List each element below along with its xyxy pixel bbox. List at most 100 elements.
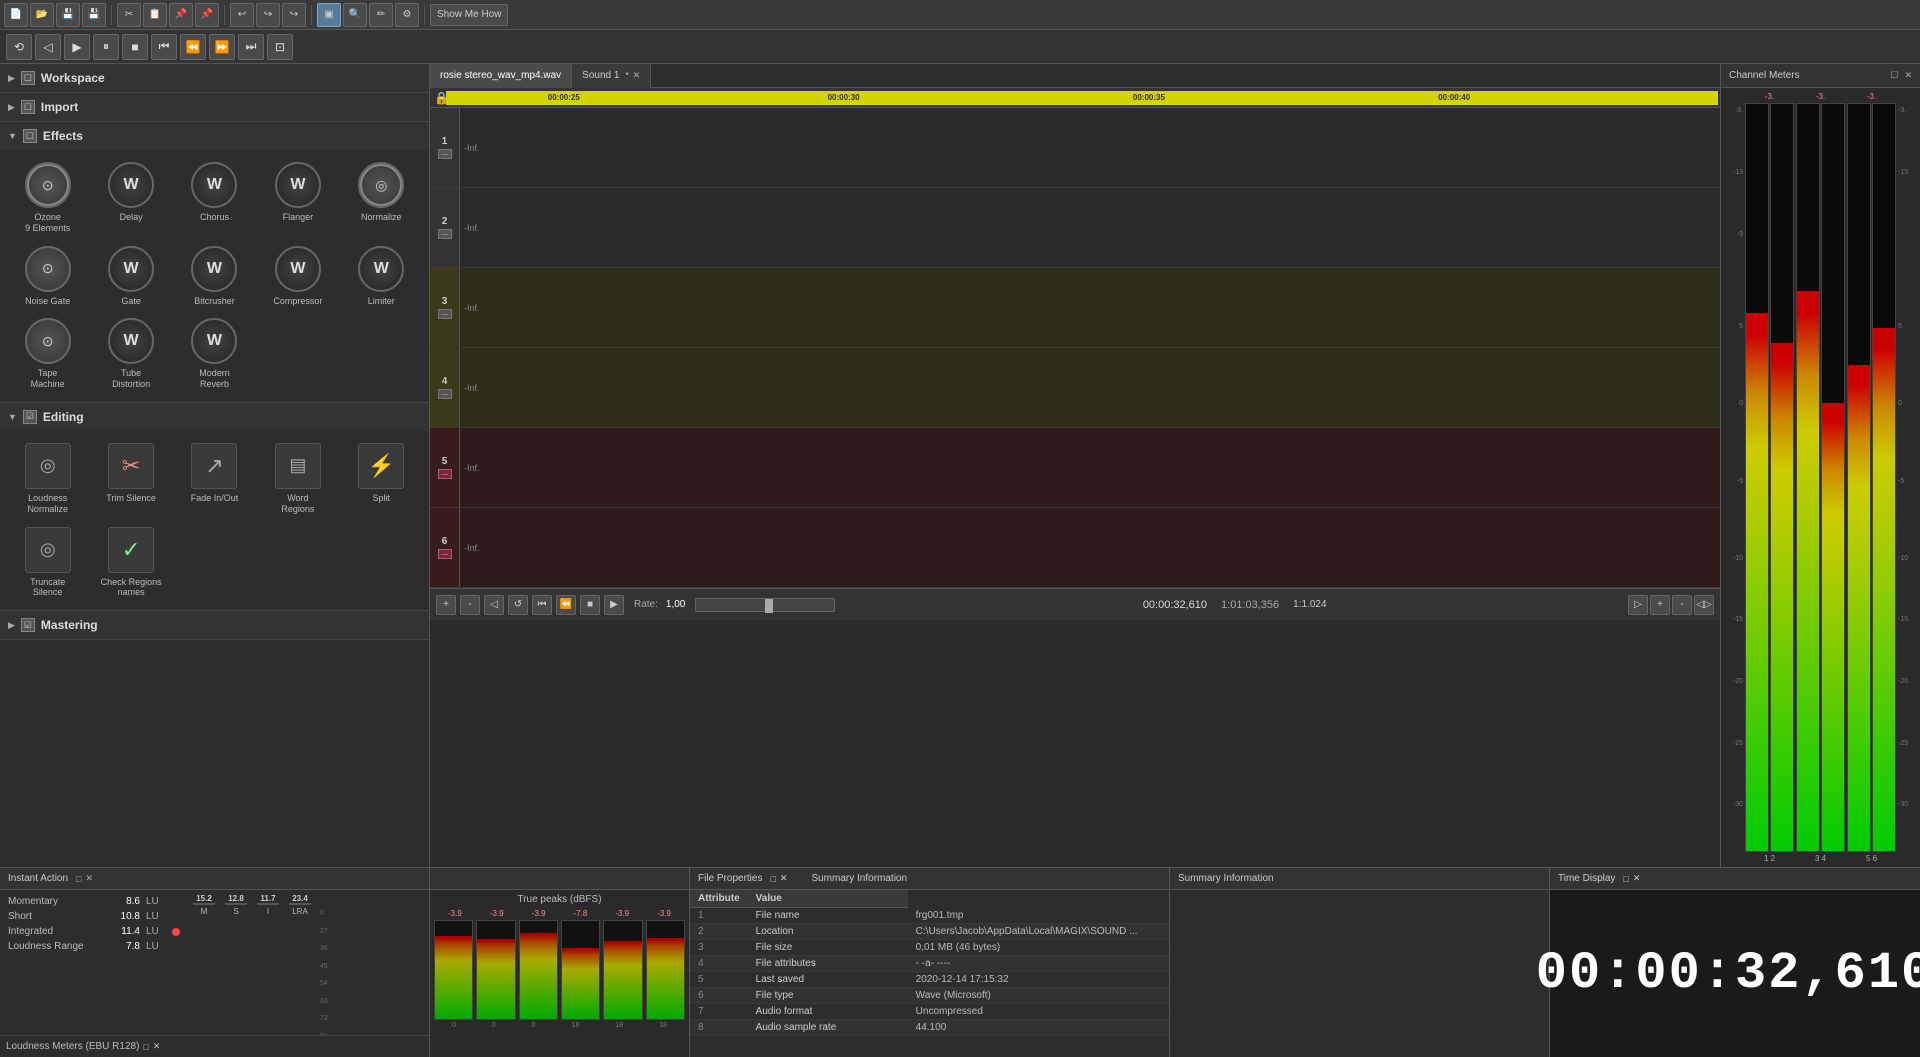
stop-btn[interactable]: ■: [122, 34, 148, 60]
effect-ozone[interactable]: ⊙ Ozone9 Elements: [8, 158, 87, 238]
rate-slider-thumb[interactable]: [765, 599, 773, 613]
file-props-square[interactable]: □: [770, 874, 775, 884]
track-mute-3[interactable]: —: [438, 309, 452, 319]
workspace-check[interactable]: ☐: [21, 71, 35, 85]
tool-trim-silence[interactable]: ✂ Trim Silence: [91, 439, 170, 519]
import-check[interactable]: ☐: [21, 100, 35, 114]
select-btn[interactable]: ▣: [317, 3, 341, 27]
show-me-how-btn[interactable]: Show Me How: [430, 4, 508, 26]
import-header[interactable]: ▶ ☐ Import: [0, 93, 429, 121]
play-transport-btn[interactable]: ▶: [604, 595, 624, 615]
zoom-all-btn[interactable]: ◁▷: [1694, 595, 1714, 615]
fp-attr-3: File attributes: [748, 956, 908, 972]
effect-delay[interactable]: W Delay: [91, 158, 170, 238]
noise-gate-icon: ⊙: [25, 246, 71, 292]
tool-word-regions[interactable]: ▤ WordRegions: [258, 439, 337, 519]
effect-flanger[interactable]: W Flanger: [258, 158, 337, 238]
effect-tape-machine[interactable]: ⊙ TapeMachine: [8, 314, 87, 394]
file-tab-main[interactable]: rosie stereo_wav_mp4.wav: [430, 64, 572, 88]
effects-check[interactable]: ☐: [23, 129, 37, 143]
mastering-header[interactable]: ▶ ☑ Mastering: [0, 611, 429, 639]
summary-info-btn[interactable]: Summary Information: [811, 873, 907, 884]
forward-btn[interactable]: ⏩: [209, 34, 235, 60]
zoom-in-btn[interactable]: +: [1650, 595, 1670, 615]
prev-track-btn[interactable]: ⏮: [151, 34, 177, 60]
rscale-neg30: -30: [1898, 801, 1908, 808]
effect-bitcrusher[interactable]: W Bitcrusher: [175, 242, 254, 311]
zoom-out-btn[interactable]: -: [1672, 595, 1692, 615]
loudness-footer-x[interactable]: ✕: [153, 1041, 161, 1052]
edit-btn[interactable]: ✏: [369, 3, 393, 27]
add-track-btn[interactable]: +: [436, 595, 456, 615]
redo2-btn[interactable]: ↪: [282, 3, 306, 27]
back-btn[interactable]: ⟲: [6, 34, 32, 60]
undo-btn[interactable]: ↩: [230, 3, 254, 27]
instant-action-close[interactable]: ✕: [85, 873, 93, 884]
cut-btn[interactable]: ✂: [117, 3, 141, 27]
tool-split[interactable]: ⚡ Split: [342, 439, 421, 519]
paste2-btn[interactable]: 📌: [195, 3, 219, 27]
mastering-check[interactable]: ☑: [21, 618, 35, 632]
prev-btn[interactable]: ◁: [35, 34, 61, 60]
track-mute-1[interactable]: —: [438, 149, 452, 159]
tool-truncate-silence[interactable]: ◎ TruncateSilence: [8, 523, 87, 603]
rate-slider[interactable]: [695, 598, 835, 612]
remove-track-btn[interactable]: -: [460, 595, 480, 615]
tool-loudness-normalize[interactable]: ◎ LoudnessNormalize: [8, 439, 87, 519]
effect-normalize[interactable]: ◎ Normalize: [342, 158, 421, 238]
editing-check[interactable]: ☑: [23, 410, 37, 424]
track-content-1: -Inf.: [460, 108, 1720, 187]
track-mute-2[interactable]: —: [438, 229, 452, 239]
rewind-btn[interactable]: ⏪: [180, 34, 206, 60]
next-track-btn[interactable]: ⏭: [238, 34, 264, 60]
track-mute-5[interactable]: —: [438, 469, 452, 479]
effect-tube-distortion[interactable]: W TubeDistortion: [91, 314, 170, 394]
ch-1-2-pair: -3. 1 2: [1745, 92, 1794, 863]
scale-neg25: -25: [1733, 740, 1743, 747]
tool-btn[interactable]: ⚙: [395, 3, 419, 27]
time-display-square[interactable]: □: [1623, 874, 1628, 884]
stop-transport-btn[interactable]: ■: [580, 595, 600, 615]
scroll-right-end-btn[interactable]: ▷: [1628, 595, 1648, 615]
ruler-marker-35: 00:00:35: [1133, 93, 1165, 102]
tool-fade-in-out[interactable]: ↗ Fade In/Out: [175, 439, 254, 519]
file-props-close[interactable]: ✕: [780, 873, 788, 884]
new-btn[interactable]: 📄: [4, 3, 28, 27]
tool-check-regions[interactable]: ✓ Check Regionsnames: [91, 523, 170, 603]
loop-btn[interactable]: ⊡: [267, 34, 293, 60]
effect-noise-gate[interactable]: ⊙ Noise Gate: [8, 242, 87, 311]
save-all-btn[interactable]: 💾: [82, 3, 106, 27]
file-tab-sound1[interactable]: Sound 1 * ✕: [572, 64, 651, 88]
effect-compressor[interactable]: W Compressor: [258, 242, 337, 311]
copy-btn[interactable]: 📋: [143, 3, 167, 27]
open-btn[interactable]: 📂: [30, 3, 54, 27]
zoom-btn[interactable]: 🔍: [343, 3, 367, 27]
workspace-header[interactable]: ▶ ☐ Workspace: [0, 64, 429, 92]
track-mute-6[interactable]: —: [438, 549, 452, 559]
tube-distortion-icon: W: [108, 318, 154, 364]
track-mute-4[interactable]: —: [438, 389, 452, 399]
prev2-transport-btn[interactable]: ⏪: [556, 595, 576, 615]
effect-limiter[interactable]: W Limiter: [342, 242, 421, 311]
scale-neg10: -10: [1733, 555, 1743, 562]
time-display-close[interactable]: ✕: [1633, 873, 1641, 884]
prev-transport-btn[interactable]: ⏮: [532, 595, 552, 615]
effect-chorus[interactable]: W Chorus: [175, 158, 254, 238]
instant-action-square[interactable]: □: [76, 874, 81, 884]
tab-close-sound1[interactable]: ✕: [633, 70, 641, 81]
pause-btn[interactable]: ⏸: [93, 34, 119, 60]
loop-transport-btn[interactable]: ↺: [508, 595, 528, 615]
channel-meters-x[interactable]: ✕: [1904, 70, 1912, 81]
paste-btn[interactable]: 📌: [169, 3, 193, 27]
effect-gate[interactable]: W Gate: [91, 242, 170, 311]
channel-meters-close[interactable]: ☐: [1890, 70, 1898, 81]
scroll-left-btn[interactable]: ◁: [484, 595, 504, 615]
effects-header[interactable]: ▼ ☐ Effects: [0, 122, 429, 150]
loudness-footer-square[interactable]: □: [143, 1042, 148, 1052]
redo-btn[interactable]: ↪: [256, 3, 280, 27]
play-btn[interactable]: ▶: [64, 34, 90, 60]
save-btn[interactable]: 💾: [56, 3, 80, 27]
track-row-4: 4 — -Inf.: [430, 348, 1720, 428]
effect-modern-reverb[interactable]: W ModernReverb: [175, 314, 254, 394]
editing-header[interactable]: ▼ ☑ Editing: [0, 403, 429, 431]
